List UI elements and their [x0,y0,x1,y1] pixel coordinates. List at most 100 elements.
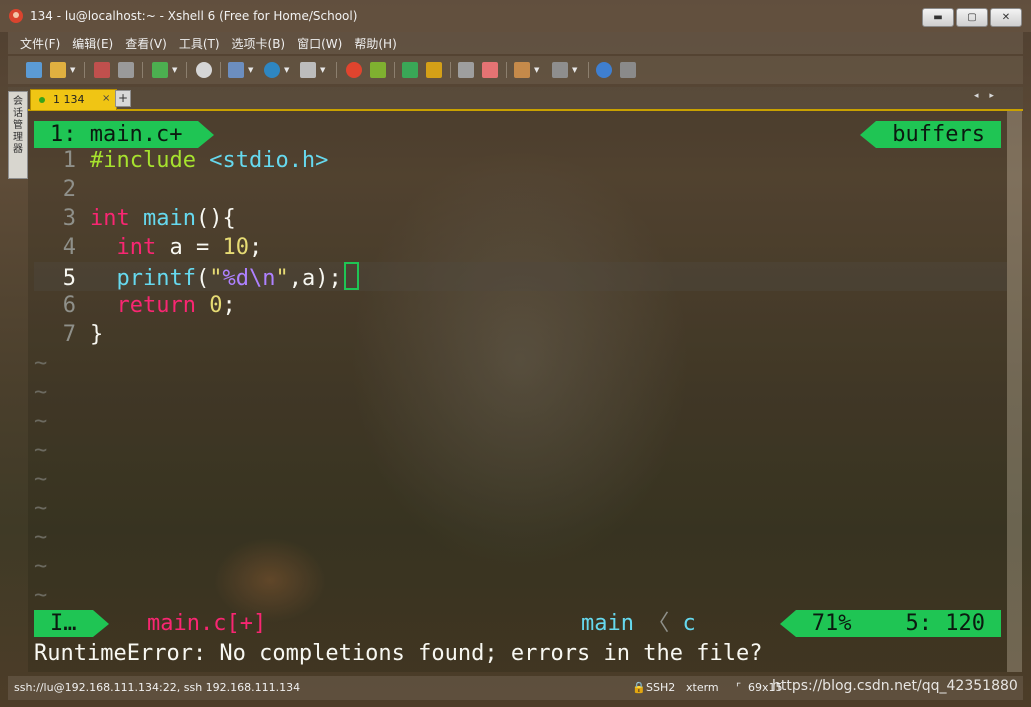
font-icon[interactable] [300,62,316,78]
toolbar-divider [450,62,451,78]
text-cursor [343,262,359,290]
disconnect-icon[interactable] [118,62,134,78]
connect-icon[interactable] [94,62,110,78]
code-token: printf [116,266,196,291]
code-line[interactable]: 6 return 0; [34,291,1007,320]
chat-icon[interactable] [620,62,636,78]
menu-window[interactable]: 窗口(W) [297,35,342,52]
new-window-icon[interactable] [152,62,168,78]
terminal-scrollbar[interactable] [1007,111,1022,672]
code-token: 10 [222,235,249,260]
tilde-marker: ~ [34,554,48,579]
tab-scroll-arrows[interactable]: ◂ ▸ [974,91,998,101]
window-title: 134 - lu@localhost:~ - Xshell 6 (Free fo… [30,9,358,23]
toolbar-divider [336,62,337,78]
compose-icon[interactable] [514,62,530,78]
code-token: ; [222,293,236,318]
code-token: a = [156,235,223,260]
statusline-separator: 〈 [647,611,670,636]
code-line[interactable]: 3 int main(){ [34,204,1007,233]
empty-line: ~ [34,407,1007,436]
tab-label: 1 134 [53,93,85,106]
properties-icon[interactable] [228,62,244,78]
tab-134[interactable]: 1 134 × [30,89,117,110]
chevron-down-icon[interactable]: ▼ [284,66,289,74]
code-token: return [116,293,196,318]
code-line[interactable]: 7} [34,320,1007,349]
line-number: 3 [62,206,76,231]
session-manager-tab[interactable]: 会话管理器 [8,91,28,179]
fullscreen-icon[interactable] [402,62,418,78]
open-folder-icon[interactable] [50,62,66,78]
xftp-icon[interactable] [346,62,362,78]
tilde-marker: ~ [34,583,48,608]
statusline-function: main [581,611,634,636]
code-line[interactable]: 5 printf("%d\n",a); [34,262,1007,291]
watermark-text: https://blog.csdn.net/qq_42351880 [772,678,1018,694]
menu-tabs[interactable]: 选项卡(B) [232,35,286,52]
close-button[interactable]: ✕ [990,8,1022,27]
code-token: int [90,206,130,231]
menu-view[interactable]: 查看(V) [125,35,167,52]
minimize-button[interactable]: ▬ [922,8,954,27]
maximize-button[interactable]: ▢ [956,8,988,27]
chevron-down-icon[interactable]: ▼ [572,66,577,74]
lock-icon: 🔒 [632,681,646,694]
code-token: ( [195,266,210,291]
keyboard-icon[interactable] [458,62,474,78]
code-line[interactable]: 4 int a = 10; [34,233,1007,262]
terminal[interactable]: 1: main.c+ buffers 1 #include <stdio.h> 2 3… [28,111,1007,672]
line-number: 5 [62,266,76,291]
chevron-down-icon[interactable]: ▼ [248,66,253,74]
lock-icon[interactable] [426,62,442,78]
toolbar-divider [394,62,395,78]
tilde-marker: ~ [34,438,48,463]
layout-icon[interactable] [552,62,568,78]
menu-tools[interactable]: 工具(T) [179,35,220,52]
statusline-position: 71% 5: 120 [779,610,1001,637]
chevron-down-icon[interactable]: ▼ [534,66,539,74]
toolbar-divider [506,62,507,78]
xshell-app-icon[interactable] [9,9,23,23]
code-token: main [143,206,196,231]
chevron-down-icon[interactable]: ▼ [320,66,325,74]
globe-icon[interactable] [264,62,280,78]
help-icon[interactable] [596,62,612,78]
new-session-icon[interactable] [26,62,42,78]
code-line[interactable]: 1 #include <stdio.h> [34,146,1007,175]
menu-file[interactable]: 文件(F) [20,35,60,52]
xshell-window: 134 - lu@localhost:~ - Xshell 6 (Free fo… [0,0,1031,707]
find-icon[interactable] [196,62,212,78]
empty-line: ~ [34,436,1007,465]
highlight-icon[interactable] [482,62,498,78]
line-number: 4 [62,235,76,260]
xagent-icon[interactable] [370,62,386,78]
vim-buffer-tab: 1: main.c+ [34,121,215,148]
code-area[interactable]: 1 #include <stdio.h> 2 3 int main(){4 int a … [34,146,1007,610]
menu-edit[interactable]: 编辑(E) [72,35,113,52]
status-connection: ssh://lu@192.168.111.134:22, ssh 192.168… [14,681,301,694]
add-tab-button[interactable]: + [115,90,131,107]
session-manager-label: 会话管理器 [13,96,23,155]
tab-close-icon[interactable]: × [102,93,110,104]
chevron-down-icon[interactable]: ▼ [70,66,75,74]
status-protocol: SSH2 [646,681,676,694]
tab-bar: 1 134 × + ◂ ▸ [8,87,1023,111]
empty-line: ~ [34,523,1007,552]
tilde-marker: ~ [34,409,48,434]
menu-help[interactable]: 帮助(H) [354,35,396,52]
statusline-filename: main.c[+] [147,611,267,636]
code-token: 0 [209,293,223,318]
chevron-down-icon[interactable]: ▼ [172,66,177,74]
code-line[interactable]: 2 [34,175,1007,204]
code-token: " [275,266,289,291]
statusline-context: main 〈 c [581,610,696,637]
line-number: 2 [62,177,76,202]
code-token: (){ [195,206,236,231]
vim-buffers-label: buffers [860,121,1001,148]
tilde-marker: ~ [34,496,48,521]
